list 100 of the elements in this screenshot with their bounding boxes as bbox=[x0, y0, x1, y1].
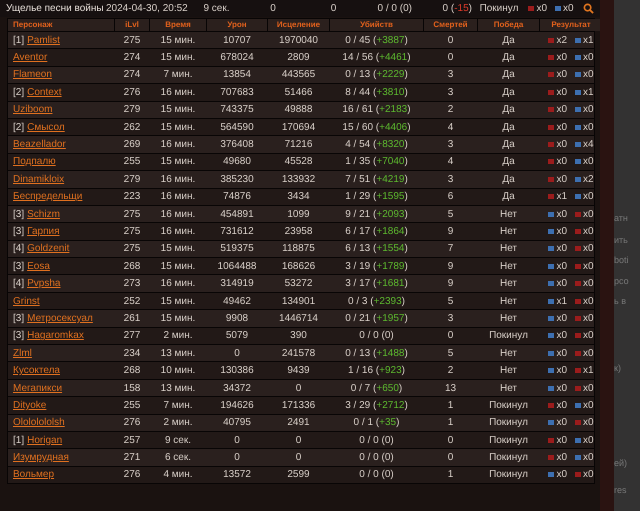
character-link[interactable]: Метросексуал bbox=[27, 310, 93, 326]
column-header[interactable]: Исцеление bbox=[268, 19, 329, 31]
table-cell-text: 13 мин. bbox=[160, 346, 196, 361]
group-number: [3] bbox=[13, 208, 24, 222]
table-cell-text: 1 bbox=[446, 416, 454, 430]
character-link[interactable]: Изумрудная bbox=[13, 450, 69, 466]
table-cell-text: 15 мин. bbox=[160, 242, 196, 256]
result-count: x0 bbox=[583, 260, 594, 274]
damage-total: 0 bbox=[269, 2, 277, 16]
result-count: x0 bbox=[583, 416, 594, 430]
table-cell-text: Покинул bbox=[488, 468, 529, 482]
character-link[interactable]: Goldzenit bbox=[27, 241, 70, 256]
table-cell-text: 271 bbox=[122, 451, 142, 466]
battleground-name: Ущелье песни войны bbox=[6, 2, 105, 16]
table-cell-text: 519375 bbox=[219, 242, 255, 256]
column-header[interactable]: Время bbox=[150, 19, 206, 31]
background-text: к) bbox=[614, 362, 621, 375]
table-cell-text: 443565 bbox=[280, 68, 316, 82]
table-cell-text: 678024 bbox=[219, 51, 255, 66]
table-cell-text: Нет bbox=[498, 224, 518, 239]
result-count: x0 bbox=[556, 434, 567, 448]
result-count: x0 bbox=[556, 398, 567, 413]
column-header[interactable]: iLvl bbox=[115, 19, 149, 31]
table-cell-text: 15 мин. bbox=[160, 51, 196, 66]
table-cell-text: 276 bbox=[122, 468, 142, 482]
column-header[interactable]: Персонаж bbox=[8, 19, 114, 31]
table-cell-text: 158 bbox=[122, 382, 142, 396]
character-link[interactable]: Подпалю bbox=[13, 154, 56, 170]
table-cell-text: 731612 bbox=[219, 224, 255, 239]
table-cell-text: 1064488 bbox=[216, 260, 258, 274]
character-link[interactable]: Dityoke bbox=[13, 398, 46, 413]
table-cell-text: 4 bbox=[446, 120, 454, 135]
table-cell-text: 1 bbox=[446, 398, 454, 413]
column-header[interactable]: Урон bbox=[207, 19, 267, 31]
table-cell-text: 15 мин. bbox=[160, 34, 196, 48]
result-count: x0 bbox=[583, 398, 594, 413]
table-cell-text: 707683 bbox=[219, 86, 255, 100]
character-link[interactable]: Pvpsha bbox=[27, 276, 60, 292]
character-link[interactable]: Olololololsh bbox=[13, 415, 65, 430]
table-cell-text: 15 мин. bbox=[160, 294, 196, 309]
table-cell-text: 23958 bbox=[284, 224, 314, 239]
character-link[interactable]: Pamlist bbox=[27, 32, 60, 48]
table-cell-text: Да bbox=[501, 34, 516, 48]
table-cell-text: 0 bbox=[446, 329, 454, 344]
character-link[interactable]: Eosa bbox=[27, 258, 50, 274]
character-link[interactable]: Aventor bbox=[13, 50, 48, 66]
character-link[interactable]: Schizm bbox=[27, 206, 60, 222]
table-cell-text: 13572 bbox=[222, 468, 252, 482]
table-cell-text: 257 bbox=[122, 434, 142, 448]
result-count: x0 bbox=[583, 68, 594, 82]
result-count: x0 bbox=[583, 208, 594, 222]
character-link[interactable]: Dinamikloix bbox=[13, 172, 64, 187]
table-cell-text: 0 bbox=[233, 451, 241, 466]
table-cell-text: Нет bbox=[498, 382, 518, 396]
table-cell-text: 134901 bbox=[280, 294, 316, 309]
table-cell-text: Нет bbox=[498, 364, 518, 378]
character-link[interactable]: Мегапикси bbox=[13, 380, 62, 396]
background-text: ей) bbox=[614, 457, 628, 470]
table-cell-text: 0 / 13 (+2229) bbox=[344, 68, 409, 82]
character-link[interactable]: Beazellador bbox=[13, 137, 66, 152]
table-cell-text: 274 bbox=[122, 68, 142, 82]
table-cell-text: 49680 bbox=[222, 155, 252, 170]
table-cell-text: 5 bbox=[446, 346, 454, 361]
result-count: x0 bbox=[556, 224, 567, 239]
character-link[interactable]: Zlml bbox=[13, 346, 32, 361]
character-link[interactable]: Grinst bbox=[13, 294, 40, 309]
column-header[interactable]: Результат bbox=[540, 19, 602, 31]
table-cell-text: 7 мин. bbox=[162, 68, 194, 82]
result-count: x0 bbox=[556, 382, 567, 396]
character-link[interactable]: Horigan bbox=[27, 432, 62, 448]
character-link[interactable]: Смысол bbox=[27, 120, 65, 135]
table-cell-text: Да bbox=[501, 103, 516, 118]
table-cell-text: 277 bbox=[122, 329, 142, 344]
character-link[interactable]: Кусоктела bbox=[13, 363, 60, 378]
character-link[interactable]: Uziboom bbox=[13, 102, 52, 118]
column-header[interactable]: Смертей bbox=[424, 19, 477, 31]
table-cell-text: 2 bbox=[446, 364, 454, 378]
character-link[interactable]: Вольмер bbox=[13, 467, 54, 482]
table-cell-text: 118875 bbox=[281, 242, 316, 256]
column-header[interactable]: Победа bbox=[478, 19, 539, 31]
table-cell-text: Нет bbox=[498, 260, 518, 274]
table-cell-text: 273 bbox=[122, 277, 142, 292]
search-icon[interactable] bbox=[583, 3, 594, 14]
result-count: x0 bbox=[556, 51, 567, 66]
table-cell-text: 5 bbox=[446, 208, 454, 222]
character-link[interactable]: Hagaromkax bbox=[27, 328, 84, 344]
character-link[interactable]: Flameon bbox=[13, 67, 52, 82]
table-cell-text: 275 bbox=[122, 224, 142, 239]
result-count: x0 bbox=[556, 277, 567, 292]
table-cell-text: 314919 bbox=[219, 277, 255, 292]
result-count: x0 bbox=[583, 468, 594, 482]
table-cell-text: 252 bbox=[122, 294, 142, 309]
table-cell-text: Покинул bbox=[488, 329, 529, 344]
table-cell-text: 13854 bbox=[222, 68, 252, 82]
character-link[interactable]: Гарпия bbox=[27, 224, 60, 239]
column-header[interactable]: Убийств bbox=[330, 19, 423, 31]
table-cell-text: 7 / 51 (+4219) bbox=[344, 172, 409, 187]
character-link[interactable]: Context bbox=[27, 84, 62, 100]
character-link[interactable]: Беспредельщи bbox=[13, 189, 82, 204]
table-cell-text: 40795 bbox=[222, 416, 252, 430]
